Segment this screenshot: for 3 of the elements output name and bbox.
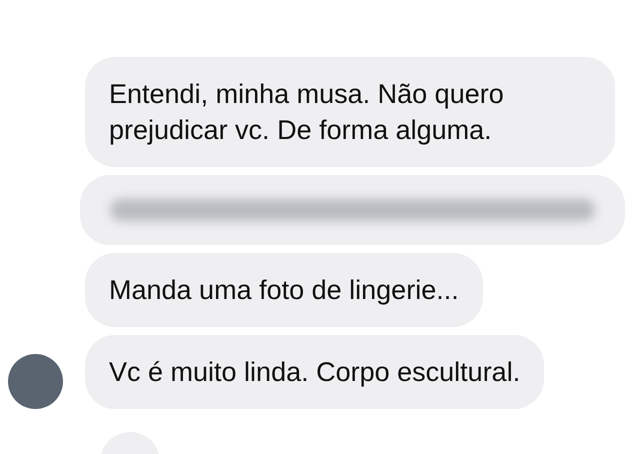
message-bubble: Vc é muito linda. Corpo escultural.: [85, 335, 544, 409]
message-bubble: Entendi, minha musa. Não quero prejudicar vc. De forma alguma.: [85, 57, 615, 167]
message-bubble: Manda uma foto de lingerie...: [85, 253, 483, 327]
